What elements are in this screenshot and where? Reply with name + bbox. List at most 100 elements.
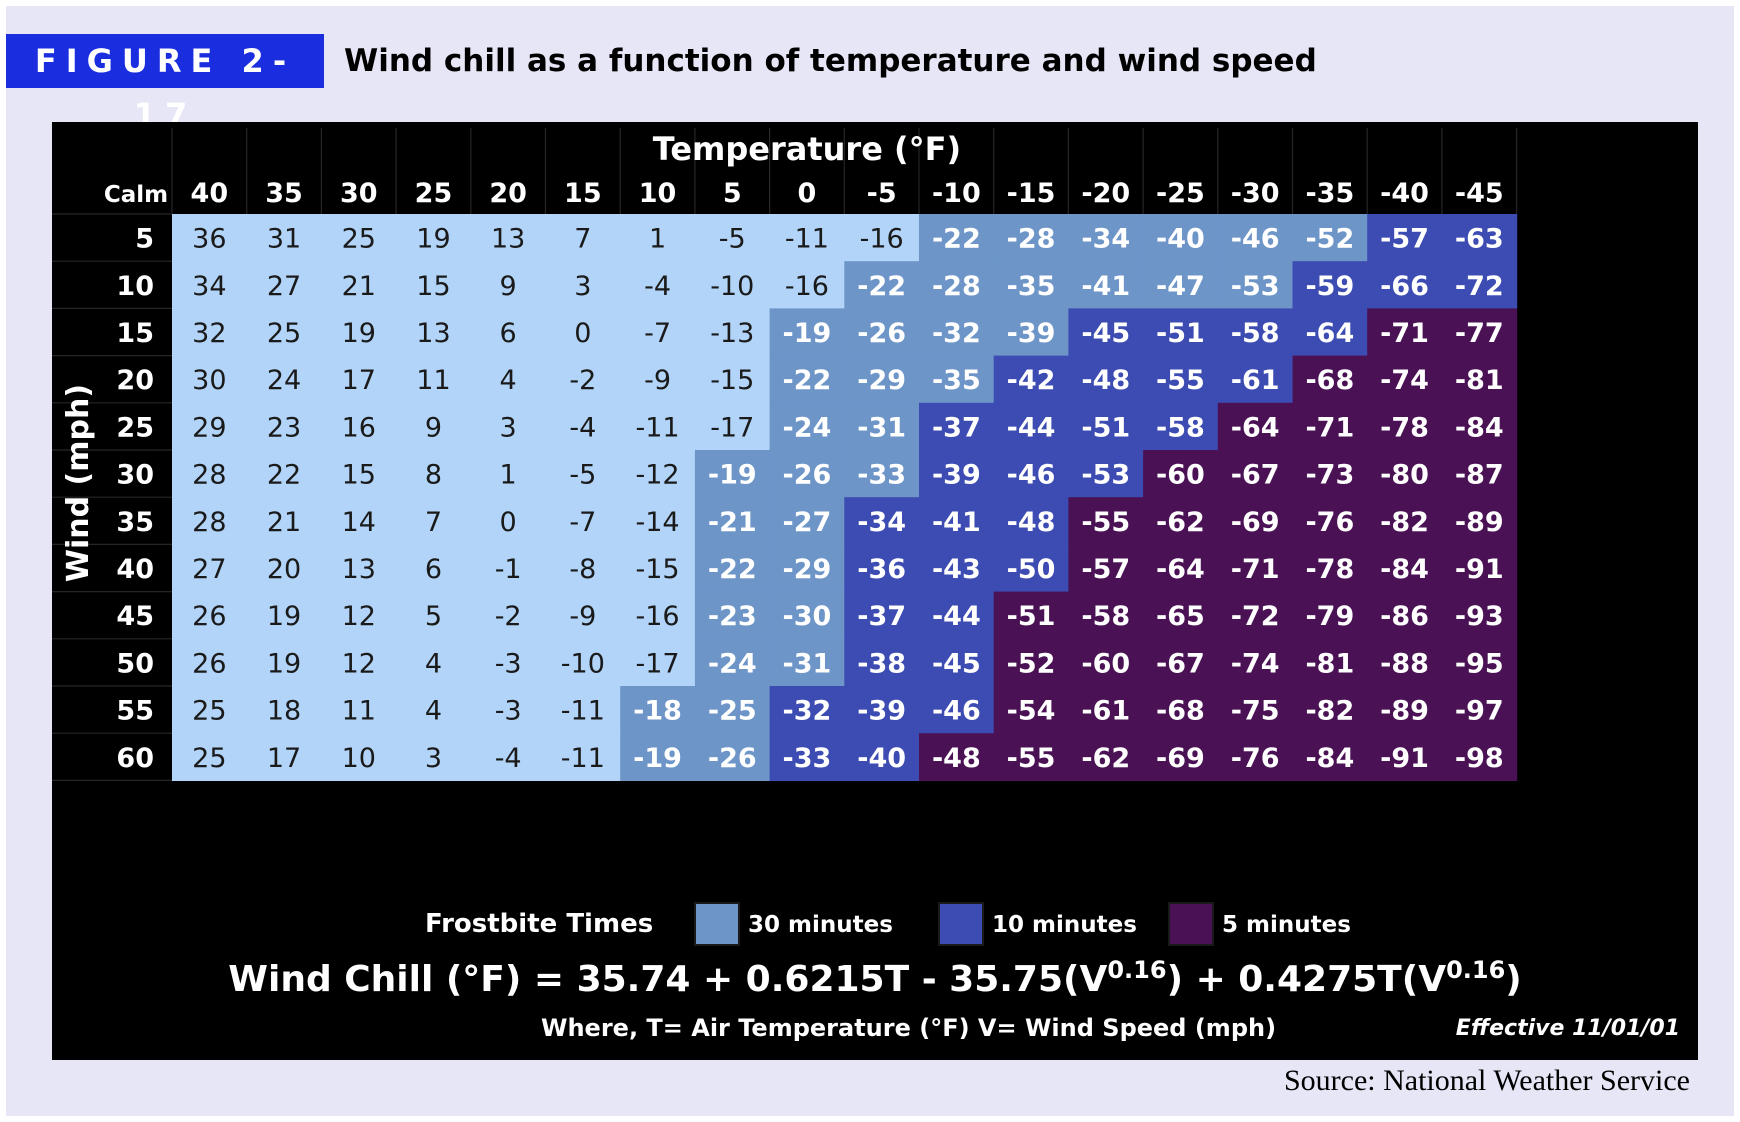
wind-chill-value: -7 [569, 507, 596, 538]
wind-chill-value: -11 [561, 696, 605, 727]
wind-chill-value: -39 [857, 696, 906, 727]
wind-chill-value: -1 [495, 554, 522, 585]
wind-chill-value: 25 [267, 318, 301, 349]
wind-chill-value: -11 [561, 743, 605, 774]
wind-chill-value: -9 [569, 601, 596, 632]
legend-title: Frostbite Times [425, 909, 654, 939]
wind-chill-value: -32 [783, 696, 832, 727]
wind-chill-value: -40 [857, 743, 906, 774]
wind-chill-value: -10 [710, 271, 754, 302]
wind-chill-value: -45 [1081, 318, 1130, 349]
temperature-tick-label: -45 [1455, 178, 1504, 209]
wind-chill-value: 6 [500, 318, 517, 349]
temperature-axis-title: Temperature (°F) [653, 130, 961, 168]
wind-chill-value: -15 [635, 554, 679, 585]
wind-chill-value: -81 [1305, 648, 1354, 679]
wind-chill-value: -19 [633, 743, 682, 774]
wind-chill-value: -8 [569, 554, 596, 585]
wind-chill-value: 34 [192, 271, 226, 302]
wind-chill-value: 3 [425, 743, 442, 774]
wind-chill-value: -62 [1156, 507, 1205, 538]
wind-chill-value: -2 [495, 601, 522, 632]
wind-chill-value: -16 [785, 271, 829, 302]
wind-chill-value: -29 [857, 365, 906, 396]
wind-chill-value: -52 [1007, 648, 1056, 679]
wind-chill-value: 19 [267, 601, 301, 632]
wind-chill-value: -60 [1081, 648, 1130, 679]
temperature-tick-label: 15 [564, 178, 602, 209]
temperature-tick-label: -40 [1380, 178, 1429, 209]
temperature-tick-label: -5 [867, 178, 897, 209]
temperature-tick-label: 5 [723, 178, 742, 209]
legend-label-5-minutes: 5 minutes [1222, 912, 1351, 938]
wind-chill-value: -46 [1231, 224, 1280, 255]
wind-speed-tick-label: 50 [116, 648, 154, 679]
wind-chill-value: -5 [569, 460, 596, 491]
wind-chill-value: -68 [1305, 365, 1354, 396]
wind-chill-value: 1 [500, 460, 517, 491]
wind-chill-value: -39 [932, 460, 981, 491]
wind-chill-value: -53 [1081, 460, 1130, 491]
wind-chill-value: -34 [1081, 224, 1130, 255]
wind-chill-value: -53 [1231, 271, 1280, 302]
wind-chill-value: -55 [1156, 365, 1205, 396]
wind-chill-value: -40 [1156, 224, 1205, 255]
wind-chill-value: -73 [1305, 460, 1354, 491]
wind-chill-value: -74 [1380, 365, 1429, 396]
wind-chill-value: -71 [1231, 554, 1280, 585]
wind-chill-value: -28 [932, 271, 981, 302]
wind-chill-value: -89 [1455, 507, 1504, 538]
wind-chill-value: -9 [644, 365, 671, 396]
wind-chill-value: -4 [644, 271, 671, 302]
wind-chill-value: -35 [1007, 271, 1056, 302]
wind-chill-value: -79 [1305, 601, 1354, 632]
wind-chill-value: -27 [783, 507, 832, 538]
wind-chill-value: 25 [192, 696, 226, 727]
wind-chill-value: -68 [1156, 696, 1205, 727]
wind-chill-value: 9 [425, 412, 442, 443]
wind-chill-value: -46 [1007, 460, 1056, 491]
wind-chill-value: -38 [857, 648, 906, 679]
wind-chill-value: -4 [495, 743, 522, 774]
wind-chill-value: 28 [192, 460, 226, 491]
wind-chill-value: -34 [857, 507, 906, 538]
wind-chill-value: -82 [1305, 696, 1354, 727]
wind-chill-value: 0 [500, 507, 517, 538]
temperature-tick-label: -15 [1007, 178, 1056, 209]
wind-chill-value: 21 [342, 271, 376, 302]
wind-chill-value: -54 [1007, 696, 1056, 727]
wind-chill-value: -24 [708, 648, 757, 679]
wind-chill-value: -98 [1455, 743, 1504, 774]
wind-chill-value: 17 [342, 365, 376, 396]
wind-chill-value: 12 [342, 648, 376, 679]
figure-title: Wind chill as a function of temperature … [344, 43, 1317, 79]
wind-chill-value: 27 [192, 554, 226, 585]
wind-chill-value: -15 [710, 365, 754, 396]
wind-chill-value: -3 [495, 696, 522, 727]
wind-chill-value: -75 [1231, 696, 1280, 727]
wind-chill-value: -48 [932, 743, 981, 774]
wind-chill-value: -48 [1007, 507, 1056, 538]
wind-chill-value: -42 [1007, 365, 1056, 396]
wind-chill-value: -51 [1156, 318, 1205, 349]
wind-chill-value: -28 [1007, 224, 1056, 255]
wind-chill-value: 15 [342, 460, 376, 491]
wind-chill-value: 23 [267, 412, 301, 443]
wind-chill-value: 4 [425, 648, 442, 679]
wind-chill-value: -29 [783, 554, 832, 585]
wind-chill-value: -32 [932, 318, 981, 349]
wind-chill-value: -35 [932, 365, 981, 396]
wind-chill-value: -65 [1156, 601, 1205, 632]
wind-chill-value: -82 [1380, 507, 1429, 538]
wind-chill-value: -31 [783, 648, 832, 679]
formula-exponent-1: 0.16 [1107, 956, 1167, 984]
wind-chill-value: -7 [644, 318, 671, 349]
wind-chill-value: -22 [708, 554, 757, 585]
wind-chill-value: -16 [860, 224, 904, 255]
wind-chill-value: -10 [561, 648, 605, 679]
wind-chill-value: 25 [342, 224, 376, 255]
figure-number-label: FIGURE 2-17 [6, 34, 324, 134]
wind-chill-value: -66 [1380, 271, 1429, 302]
wind-chill-value: -62 [1081, 743, 1130, 774]
wind-chill-value: -22 [857, 271, 906, 302]
